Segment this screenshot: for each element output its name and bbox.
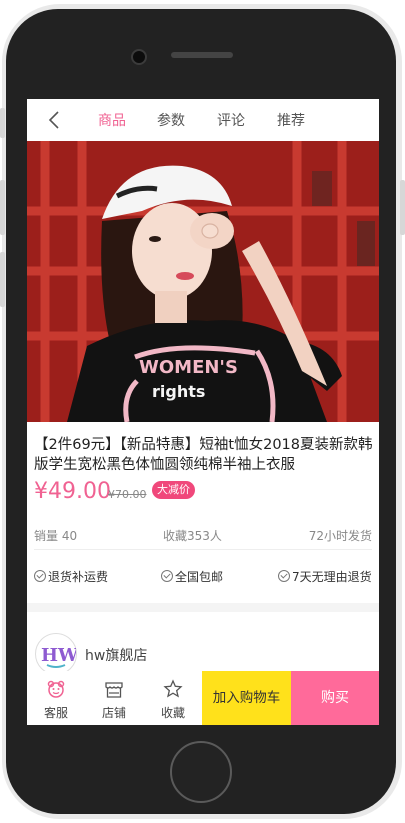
product-stats: 销量 40 收藏353人 72小时发货	[27, 523, 379, 547]
favorite-label: 收藏	[160, 706, 185, 720]
store-row[interactable]: HW hw旗舰店	[27, 617, 379, 675]
shipping-time: 72小时发货	[308, 529, 372, 543]
guarantee-return-shipping: 退货补运费	[34, 568, 108, 585]
service-guarantees: 退货补运费 全国包邮 7天无理由退货	[27, 565, 379, 589]
divider	[34, 549, 372, 550]
discount-badge: 大减价	[152, 481, 195, 499]
front-camera	[131, 49, 147, 65]
product-title: 【2件69元】【新品特惠】短袖t恤女2018夏装新款韩版学生宽松黑色体恤圆领纯棉…	[34, 437, 373, 473]
section-gap	[27, 603, 379, 612]
phone-frame: 商品 参数 评论 推荐 WOMEN'S rights 【2件69元】【新品特惠】…	[0, 0, 405, 823]
buy-button[interactable]: 购买	[291, 671, 379, 725]
shirt-print-women: WOMEN'S	[139, 357, 238, 378]
check-circle-icon	[161, 570, 173, 582]
product-photo-illustration: WOMEN'S rights	[27, 141, 379, 422]
tab-product[interactable]: 商品	[98, 110, 126, 130]
back-arrow-icon[interactable]	[47, 111, 61, 129]
star-icon	[163, 679, 183, 698]
shop-label: 店铺	[101, 706, 126, 720]
check-circle-icon	[34, 570, 46, 582]
bottom-action-bar: 客服 店铺 收藏 加入购物车 购买	[27, 671, 379, 725]
original-price: ¥70.00	[108, 488, 147, 501]
guarantee-free-shipping: 全国包邮	[161, 568, 223, 585]
guarantee-7-day-return: 7天无理由退货	[278, 568, 372, 585]
sales-count: 销量 40	[34, 529, 78, 543]
phone-volume-up	[0, 180, 5, 235]
home-button[interactable]	[170, 741, 232, 803]
store-logo[interactable]: HW	[35, 633, 79, 675]
earpiece-speaker	[171, 52, 233, 58]
current-price: ¥49.00	[34, 479, 111, 504]
phone-power-button	[400, 180, 405, 235]
shirt-print-rights: rights	[152, 382, 205, 401]
tab-reviews[interactable]: 评论	[217, 110, 245, 130]
customer-service-icon	[47, 680, 65, 698]
guarantee-label: 全国包邮	[175, 570, 224, 584]
tab-recommend[interactable]: 推荐	[277, 110, 305, 130]
store-name[interactable]: hw旗舰店	[85, 645, 147, 665]
svg-text:HW: HW	[41, 645, 76, 666]
customer-service-label: 客服	[43, 706, 68, 720]
tab-parameters[interactable]: 参数	[157, 110, 185, 130]
top-navigation: 商品 参数 评论 推荐	[27, 99, 379, 141]
store-logo-icon: HW	[41, 645, 79, 668]
check-circle-icon	[278, 570, 290, 582]
product-image[interactable]: WOMEN'S rights	[27, 141, 379, 422]
phone-silent-switch	[0, 108, 5, 138]
guarantee-label: 7天无理由退货	[292, 570, 372, 584]
phone-volume-down	[0, 252, 5, 307]
favorites-count: 收藏353人	[163, 529, 222, 543]
shop-icon	[105, 682, 123, 698]
favorite-button[interactable]: 收藏	[146, 671, 200, 725]
customer-service-button[interactable]: 客服	[29, 671, 83, 725]
shop-button[interactable]: 店铺	[87, 671, 141, 725]
add-to-cart-button[interactable]: 加入购物车	[202, 671, 291, 725]
guarantee-label: 退货补运费	[48, 570, 109, 584]
app-screen: 商品 参数 评论 推荐 WOMEN'S rights 【2件69元】【新品特惠】…	[27, 99, 379, 725]
